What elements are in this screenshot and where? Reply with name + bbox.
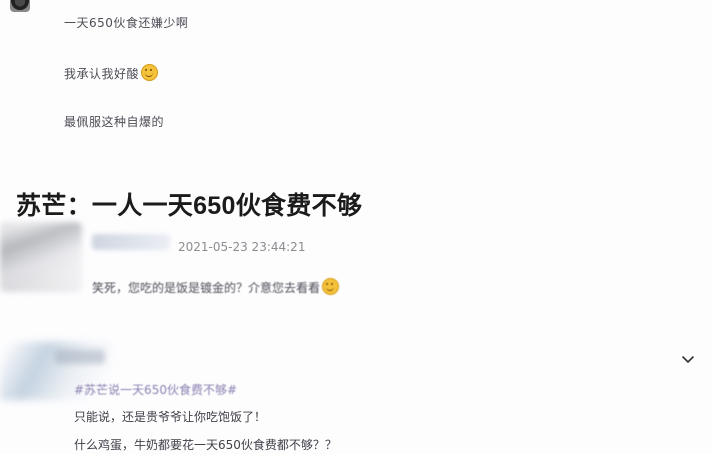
comment-text: 什么鸡蛋，牛奶都要花一天650伙食费都不够？？: [74, 438, 337, 452]
post-text-line: 最佩服这种自爆的: [64, 115, 165, 129]
comment-timestamp: 2021-05-23 23:44:21: [178, 240, 306, 254]
blurred-username[interactable]: [55, 350, 105, 364]
headline-title: 苏芒：一人一天650伙食费不够: [16, 192, 363, 220]
chevron-down-icon[interactable]: [681, 352, 695, 366]
comment-body: 笑死，您吃的是饭是镀金的？介意您去看看: [92, 281, 321, 295]
grin-emoji-icon: [322, 278, 340, 295]
comment-text: 只能说，还是贵爷爷让你吃饱饭了！: [74, 410, 267, 424]
blurred-username[interactable]: [92, 234, 170, 250]
blurred-avatar[interactable]: [0, 222, 82, 292]
post-text-line: 一天650伙食还嫌少啊: [64, 16, 189, 30]
post-text-line: 我承认我好酸: [64, 64, 159, 82]
post-text: 我承认我好酸: [64, 67, 140, 81]
comment-text: 笑死，您吃的是饭是镀金的？介意您去看看: [92, 278, 340, 296]
avatar[interactable]: [10, 0, 30, 12]
grin-emoji-icon: [141, 64, 159, 81]
topic-hashtag-link[interactable]: #苏芒说一天650伙食费不够#: [74, 381, 237, 398]
screenshot-collage: 一天650伙食还嫌少啊 我承认我好酸 最佩服这种自爆的 苏芒：一人一天650伙食…: [0, 0, 712, 454]
